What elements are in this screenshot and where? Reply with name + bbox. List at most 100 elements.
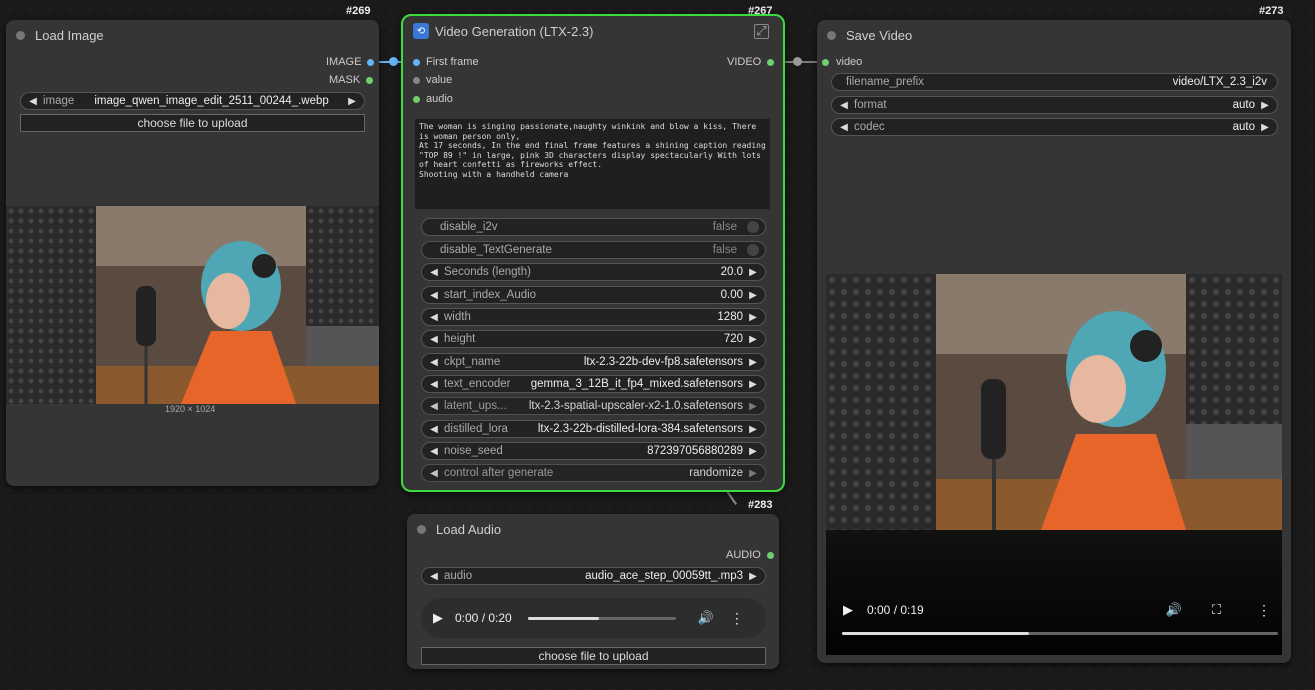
arrow-right-icon[interactable]: ▶ [747, 571, 759, 582]
toggle-disable-textgenerate[interactable]: disable_TextGenerate false [421, 241, 766, 259]
arrow-left-icon[interactable]: ◀ [428, 357, 440, 368]
arrow-right-icon[interactable]: ▶ [747, 312, 759, 323]
fullscreen-icon[interactable]: ⛶ [1212, 602, 1221, 618]
widget-ckpt-name[interactable]: ◀ ckpt_name ltx-2.3-22b-dev-fp8.safetens… [421, 353, 766, 371]
node-header[interactable]: Load Audio [407, 514, 779, 544]
video-seek-bar[interactable] [842, 632, 1278, 635]
collapse-dot[interactable] [16, 30, 25, 40]
node-title: Video Generation (LTX-2.3) [435, 23, 594, 39]
play-icon[interactable]: ▶ [433, 610, 443, 626]
output-image[interactable]: IMAGE [326, 54, 375, 70]
arrow-left-icon[interactable]: ◀ [428, 267, 440, 278]
arrow-left-icon[interactable]: ◀ [428, 312, 440, 323]
output-audio[interactable]: AUDIO [726, 547, 774, 563]
arrow-left-icon[interactable]: ◀ [428, 571, 440, 582]
arrow-right-icon[interactable]: ▶ [747, 446, 759, 457]
image-preview [6, 206, 379, 404]
widget-filename-prefix[interactable]: filename_prefix video/LTX_2.3_i2v [831, 73, 1278, 91]
arrow-right-icon[interactable]: ▶ [747, 290, 759, 301]
audio-controls: ▶ 0:00 / 0:20 🔊 ⋮ [433, 609, 758, 627]
more-options-icon[interactable]: ⋮ [730, 610, 744, 627]
prompt-textarea[interactable]: The woman is singing passionate,naughty … [415, 119, 770, 209]
output-video[interactable]: VIDEO [727, 54, 775, 70]
node-id-save-video: #273 [1259, 5, 1284, 17]
volume-icon[interactable]: 🔊 [1166, 602, 1182, 618]
arrow-left-icon[interactable]: ◀ [428, 379, 440, 390]
node-header[interactable]: Load Image [6, 20, 379, 50]
widget-seconds[interactable]: ◀ Seconds (length) 20.0 ▶ [421, 263, 766, 281]
widget-format[interactable]: ◀ format auto ▶ [831, 96, 1278, 114]
arrow-right-icon[interactable]: ▶ [747, 424, 759, 435]
arrow-left-icon[interactable]: ◀ [428, 290, 440, 301]
input-audio[interactable]: audio [413, 91, 453, 107]
volume-icon[interactable]: 🔊 [698, 610, 714, 626]
workflow-icon: ⟲ [413, 23, 429, 39]
audio-upload-button[interactable]: choose file to upload [421, 647, 766, 665]
value-slot-dot[interactable] [413, 76, 420, 84]
mask-slot-dot[interactable] [366, 76, 374, 84]
toggle-knob[interactable] [747, 221, 759, 233]
output-mask[interactable]: MASK [329, 72, 374, 88]
arrow-right-icon[interactable]: ▶ [747, 334, 759, 345]
play-icon[interactable]: ▶ [843, 602, 853, 618]
load-audio-node[interactable]: Load Audio [407, 514, 779, 669]
node-header[interactable]: ⟲ Video Generation (LTX-2.3) ⤢ [403, 16, 783, 46]
arrow-right-icon[interactable]: ▶ [346, 96, 358, 107]
audio-slot-dot[interactable] [413, 95, 420, 103]
node-id-load-audio: #283 [748, 499, 773, 511]
upload-button[interactable]: choose file to upload [20, 114, 365, 132]
widget-codec[interactable]: ◀ codec auto ▶ [831, 118, 1278, 136]
collapse-dot[interactable] [417, 524, 426, 534]
arrow-left-icon[interactable]: ◀ [838, 122, 850, 133]
arrow-right-icon[interactable]: ▶ [747, 357, 759, 368]
toggle-knob[interactable] [747, 244, 759, 256]
wire-knot [793, 57, 802, 66]
input-first-frame[interactable]: First frame [413, 54, 479, 70]
node-title: Save Video [846, 27, 913, 43]
input-video[interactable]: video [822, 54, 862, 70]
collapse-dot[interactable] [827, 30, 836, 40]
arrow-left-icon[interactable]: ◀ [428, 446, 440, 457]
arrow-left-icon[interactable]: ◀ [428, 424, 440, 435]
arrow-right-icon[interactable]: ▶ [747, 401, 759, 412]
arrow-right-icon[interactable]: ▶ [1259, 122, 1271, 133]
widget-start-index-audio[interactable]: ◀ start_index_Audio 0.00 ▶ [421, 286, 766, 304]
video-time: 0:00 / 0:19 [867, 603, 924, 617]
image-slot-dot[interactable] [367, 58, 375, 66]
audio-time: 0:00 / 0:20 [455, 611, 512, 625]
toggle-disable-i2v[interactable]: disable_i2v false [421, 218, 766, 236]
audio-seek-progress [527, 616, 599, 620]
arrow-left-icon[interactable]: ◀ [27, 96, 39, 107]
video-in-slot-dot[interactable] [822, 58, 829, 66]
arrow-right-icon[interactable]: ▶ [747, 267, 759, 278]
widget-text-encoder[interactable]: ◀ text_encoder gemma_3_12B_it_fp4_mixed.… [421, 375, 766, 393]
audio-select-widget[interactable]: ◀ audio audio_ace_step_00059tt_.mp3 ▶ [421, 567, 766, 585]
widget-height[interactable]: ◀ height 720 ▶ [421, 330, 766, 348]
input-value[interactable]: value [413, 72, 452, 88]
arrow-left-icon[interactable]: ◀ [428, 468, 440, 479]
audio-out-slot-dot[interactable] [766, 551, 774, 559]
widget-noise-seed[interactable]: ◀ noise_seed 872397056880289 ▶ [421, 442, 766, 460]
video-slot-dot[interactable] [767, 58, 775, 66]
more-options-icon[interactable]: ⋮ [1257, 602, 1271, 619]
video-preview[interactable] [826, 274, 1282, 655]
first-frame-slot-dot[interactable] [413, 58, 420, 66]
widget-latent-upscaler[interactable]: ◀ latent_ups... ltx-2.3-spatial-upscaler… [421, 397, 766, 415]
expand-icon[interactable]: ⤢ [754, 23, 769, 39]
node-title: Load Audio [436, 521, 502, 537]
audio-seek-bar[interactable] [527, 616, 676, 620]
arrow-left-icon[interactable]: ◀ [428, 401, 440, 412]
node-id-load-image: #269 [346, 5, 371, 17]
arrow-left-icon[interactable]: ◀ [838, 100, 850, 111]
widget-width[interactable]: ◀ width 1280 ▶ [421, 308, 766, 326]
arrow-right-icon[interactable]: ▶ [747, 468, 759, 479]
wire-knot [389, 57, 398, 66]
node-header[interactable]: Save Video [817, 20, 1291, 50]
arrow-right-icon[interactable]: ▶ [1259, 100, 1271, 111]
arrow-left-icon[interactable]: ◀ [428, 334, 440, 345]
widget-distilled-lora[interactable]: ◀ distilled_lora ltx-2.3-22b-distilled-l… [421, 420, 766, 438]
image-dimensions: 1920 × 1024 [165, 404, 216, 414]
widget-control-after-generate[interactable]: ◀ control after generate randomize ▶ [421, 464, 766, 482]
arrow-right-icon[interactable]: ▶ [747, 379, 759, 390]
image-select-widget[interactable]: ◀ image image_qwen_image_edit_2511_00244… [20, 92, 365, 110]
